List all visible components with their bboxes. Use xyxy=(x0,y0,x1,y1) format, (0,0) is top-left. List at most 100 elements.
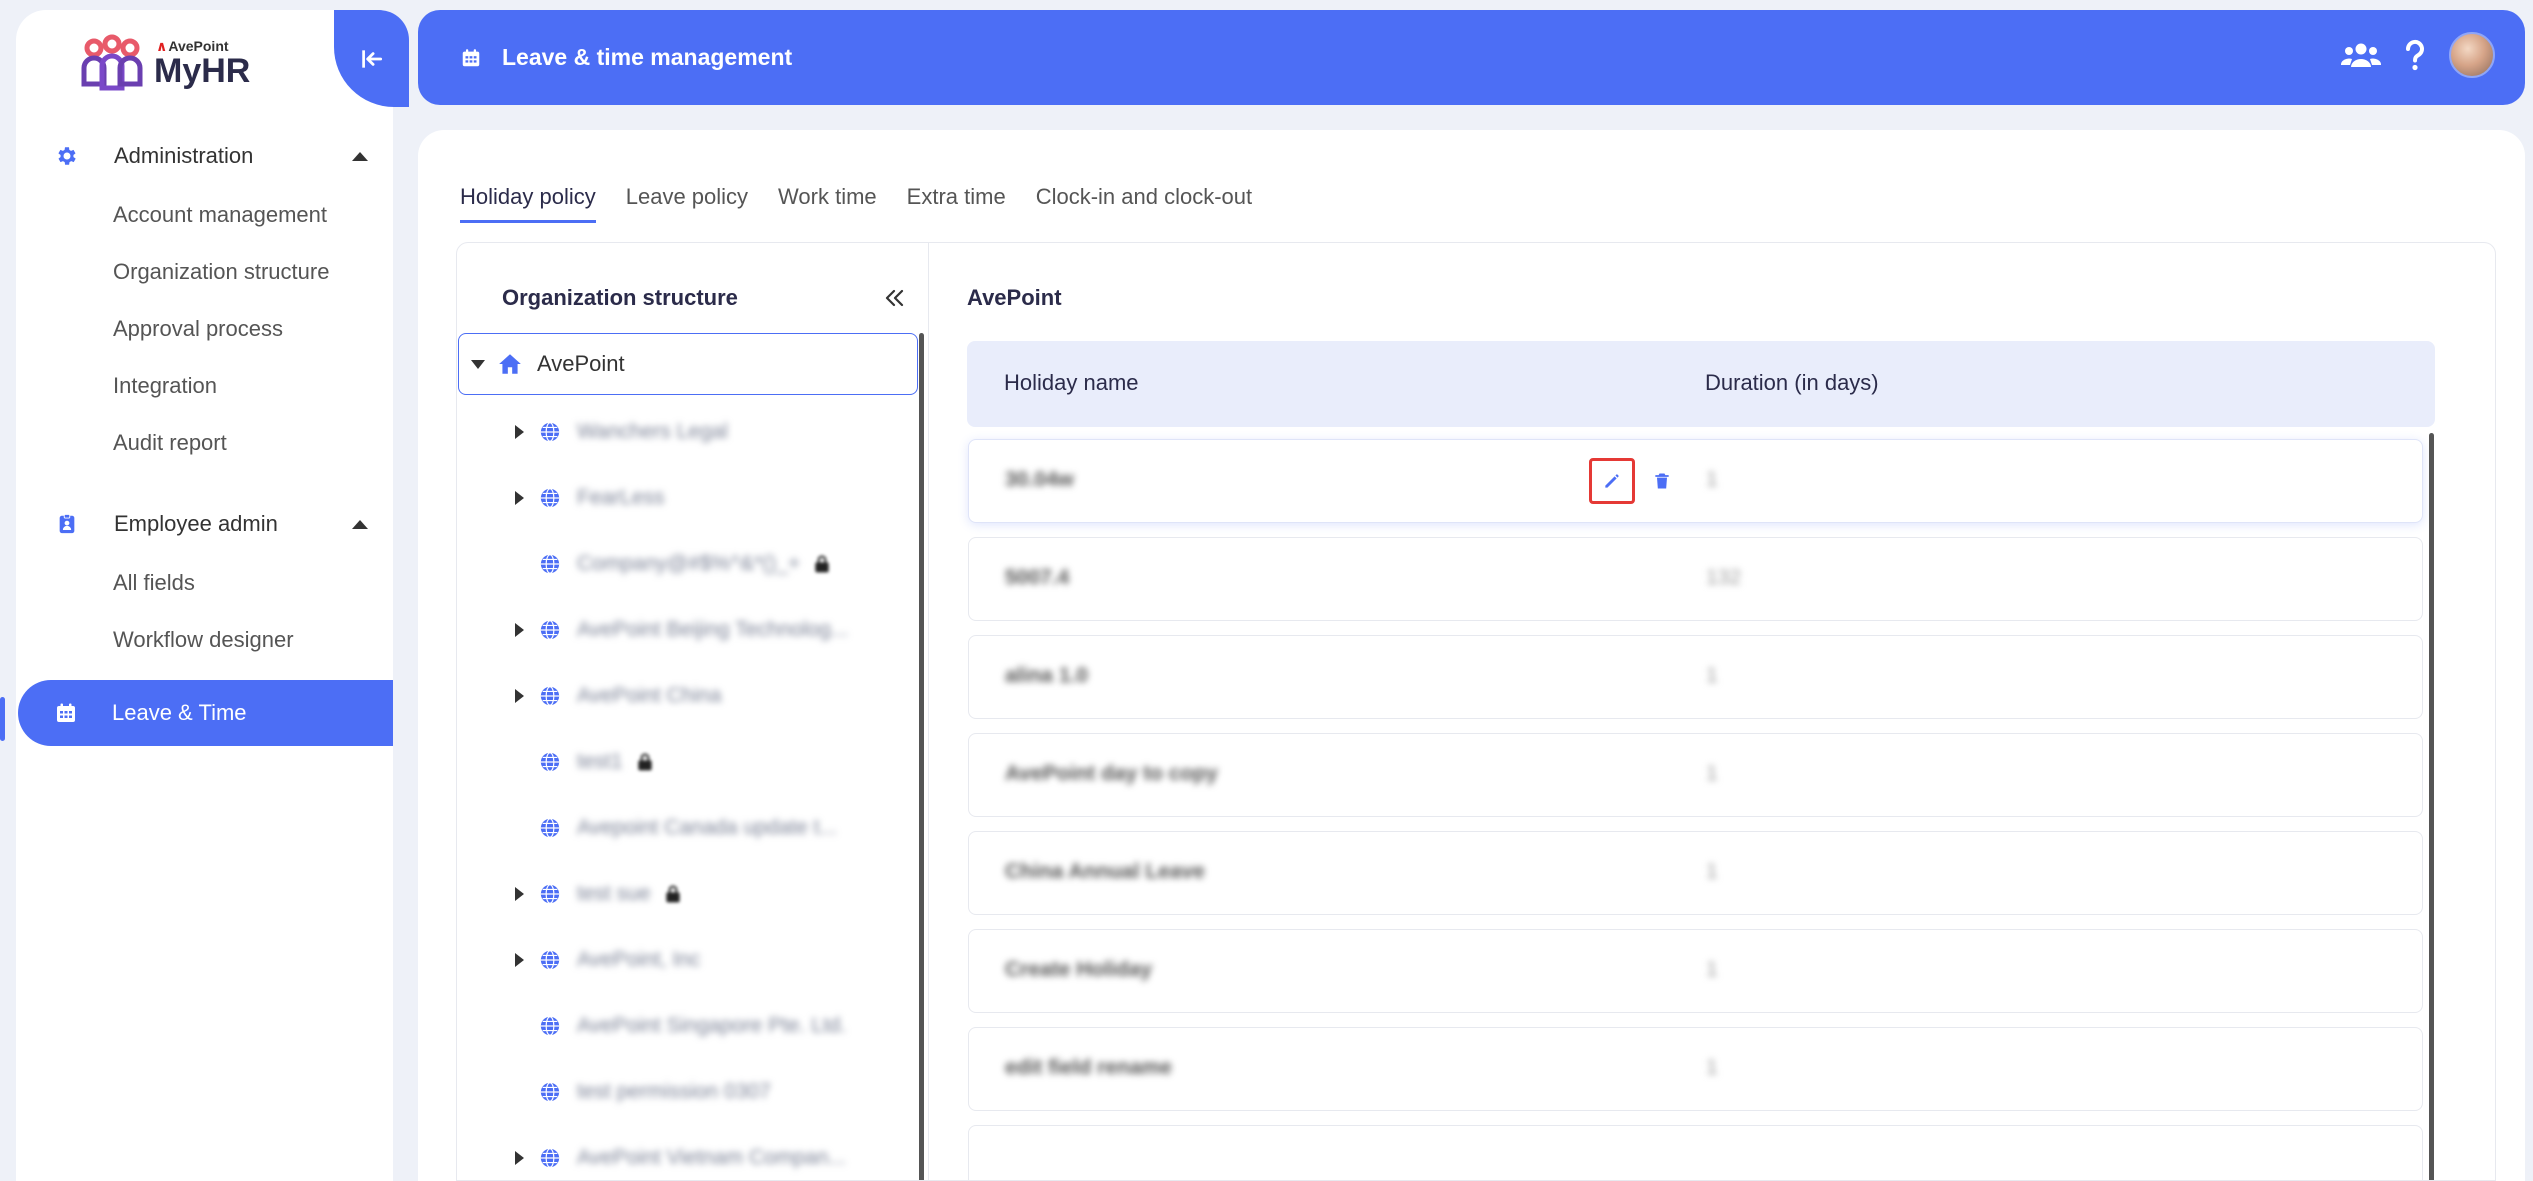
tree-root-node[interactable]: AvePoint xyxy=(458,333,918,395)
gear-icon xyxy=(54,143,80,169)
user-avatar[interactable] xyxy=(2449,32,2495,78)
globe-icon xyxy=(539,751,561,773)
tree-toggle[interactable] xyxy=(507,491,531,505)
tree-node-label: test permission 0307 xyxy=(577,1080,771,1103)
table-row[interactable]: AvePoint day to copy 1 xyxy=(968,733,2423,817)
tree-node[interactable]: AvePoint Beijing Technolog... xyxy=(457,597,917,663)
tree-node[interactable]: AvePoint China xyxy=(457,663,917,729)
table-row[interactable]: alina 1.0 1 xyxy=(968,635,2423,719)
page-header: Leave & time management xyxy=(418,10,2525,105)
tree-node[interactable]: Avepoint Canada update t... xyxy=(457,795,917,861)
duration-cell: 132 xyxy=(1706,566,1742,589)
tree-node-label: AvePoint Singapore Pte. Ltd. xyxy=(577,1014,847,1037)
nav-head-label: Administration xyxy=(114,143,254,168)
tree-node[interactable]: FearLess xyxy=(457,465,917,531)
double-chevron-left-icon[interactable] xyxy=(882,286,906,315)
tree-node-label: AvePoint Beijing Technolog... xyxy=(577,618,849,641)
tree-toggle[interactable] xyxy=(507,689,531,703)
home-icon xyxy=(497,351,523,377)
tree-toggle[interactable] xyxy=(507,1151,531,1165)
tab-leave-policy[interactable]: Leave policy xyxy=(626,176,748,223)
page-title: Leave & time management xyxy=(502,44,793,70)
holiday-name-cell: China Annual Leave xyxy=(1005,860,1205,883)
logo-product: MyHR xyxy=(154,52,251,90)
collapse-left-icon xyxy=(361,49,382,68)
nav-item-leave-time[interactable]: Leave & Time xyxy=(18,680,393,746)
expand-caret-icon[interactable] xyxy=(514,425,524,439)
nav-head-label: Employee admin xyxy=(114,511,278,536)
nav-item-account-management[interactable]: Account management xyxy=(16,186,393,243)
tree-toggle[interactable] xyxy=(507,953,531,967)
table-row[interactable]: 5007.4 132 xyxy=(968,537,2423,621)
globe-icon xyxy=(539,685,561,707)
nav-item-all-fields[interactable]: All fields xyxy=(16,554,393,611)
table-row[interactable]: Create Holiday 1 xyxy=(968,929,2423,1013)
nav-item-organization-structure[interactable]: Organization structure xyxy=(16,243,393,300)
id-badge-icon xyxy=(54,511,80,537)
globe-icon xyxy=(539,883,561,905)
tree-node[interactable]: Wanchers Legal xyxy=(457,399,917,465)
nav-head-employee-admin[interactable]: Employee admin xyxy=(16,494,393,554)
expand-caret-icon[interactable] xyxy=(514,953,524,967)
globe-icon xyxy=(539,1015,561,1037)
nav-group-administration: Administration Account management Organi… xyxy=(16,126,393,471)
nav-item-integration[interactable]: Integration xyxy=(16,357,393,414)
nav-item-approval-process[interactable]: Approval process xyxy=(16,300,393,357)
tree-node[interactable]: AvePoint, Inc xyxy=(457,927,917,993)
caret-up-icon xyxy=(352,520,368,529)
tree-toggle[interactable] xyxy=(507,887,531,901)
tree-node[interactable]: Company@#$%^&*()_+ xyxy=(457,531,917,597)
tab-work-time[interactable]: Work time xyxy=(778,176,877,223)
holiday-name-cell: Create Holiday xyxy=(1005,958,1153,981)
duration-cell: 1 xyxy=(1706,860,1718,883)
holiday-name-cell: alina 1.0 xyxy=(1005,664,1088,687)
users-icon[interactable] xyxy=(2341,41,2381,69)
tree-node-label: AvePoint China xyxy=(577,684,722,707)
tree-toggle[interactable] xyxy=(507,425,531,439)
tree-node[interactable]: test sue xyxy=(457,861,917,927)
expand-caret-icon[interactable] xyxy=(514,491,524,505)
tree-toggle[interactable] xyxy=(507,623,531,637)
expand-caret-icon[interactable] xyxy=(514,1151,524,1165)
org-tree-panel: Organization structure AvePoint Wanchers… xyxy=(457,243,929,1180)
table-row[interactable]: China Annual Leave 1 xyxy=(968,831,2423,915)
logo-company: AvePoint xyxy=(156,39,250,53)
tree-scrollbar[interactable] xyxy=(919,333,924,1180)
tree-node-label: Company@#$%^&*()_+ xyxy=(577,552,801,575)
lock-icon xyxy=(635,752,655,772)
column-header-holiday-name: Holiday name xyxy=(1004,370,1139,395)
globe-icon xyxy=(539,421,561,443)
tree-node[interactable]: AvePoint Singapore Pte. Ltd. xyxy=(457,993,917,1059)
expand-caret-icon[interactable] xyxy=(514,887,524,901)
row-actions xyxy=(1589,458,1685,504)
active-indicator xyxy=(0,697,5,741)
table-row[interactable]: edit field rename 1 xyxy=(968,1027,2423,1111)
tab-holiday-policy[interactable]: Holiday policy xyxy=(460,176,596,223)
nav-item-audit-report[interactable]: Audit report xyxy=(16,414,393,471)
calendar-icon xyxy=(460,47,482,69)
tree-node[interactable]: test permission 0307 xyxy=(457,1059,917,1125)
calendar-icon xyxy=(54,701,78,725)
nav-head-administration[interactable]: Administration xyxy=(16,126,393,186)
table-row[interactable] xyxy=(968,1125,2423,1180)
table-row[interactable]: 30.04w 1 xyxy=(968,439,2423,523)
delete-icon[interactable] xyxy=(1639,458,1685,504)
tree-node[interactable]: AvePoint Vietnam Compan... xyxy=(457,1125,917,1180)
tab-extra-time[interactable]: Extra time xyxy=(907,176,1006,223)
expand-caret-icon[interactable] xyxy=(471,359,485,369)
tab-clock-in-out[interactable]: Clock-in and clock-out xyxy=(1036,176,1252,223)
expand-caret-icon[interactable] xyxy=(514,623,524,637)
duration-cell: 1 xyxy=(1706,958,1718,981)
nav-item-workflow-designer[interactable]: Workflow designer xyxy=(16,611,393,668)
expand-caret-icon[interactable] xyxy=(514,689,524,703)
table-scrollbar[interactable] xyxy=(2429,433,2434,1180)
help-icon[interactable] xyxy=(2403,38,2427,72)
myhr-logo[interactable]: AvePoint MyHR xyxy=(80,32,250,96)
tree-node-label: AvePoint Vietnam Compan... xyxy=(577,1146,846,1169)
tree-node[interactable]: test1 xyxy=(457,729,917,795)
duration-cell: 1 xyxy=(1706,664,1718,687)
column-header-duration: Duration (in days) xyxy=(1705,370,1879,395)
edit-icon[interactable] xyxy=(1589,458,1635,504)
duration-cell: 1 xyxy=(1706,1056,1718,1079)
tree-node-label: test sue xyxy=(577,882,651,905)
